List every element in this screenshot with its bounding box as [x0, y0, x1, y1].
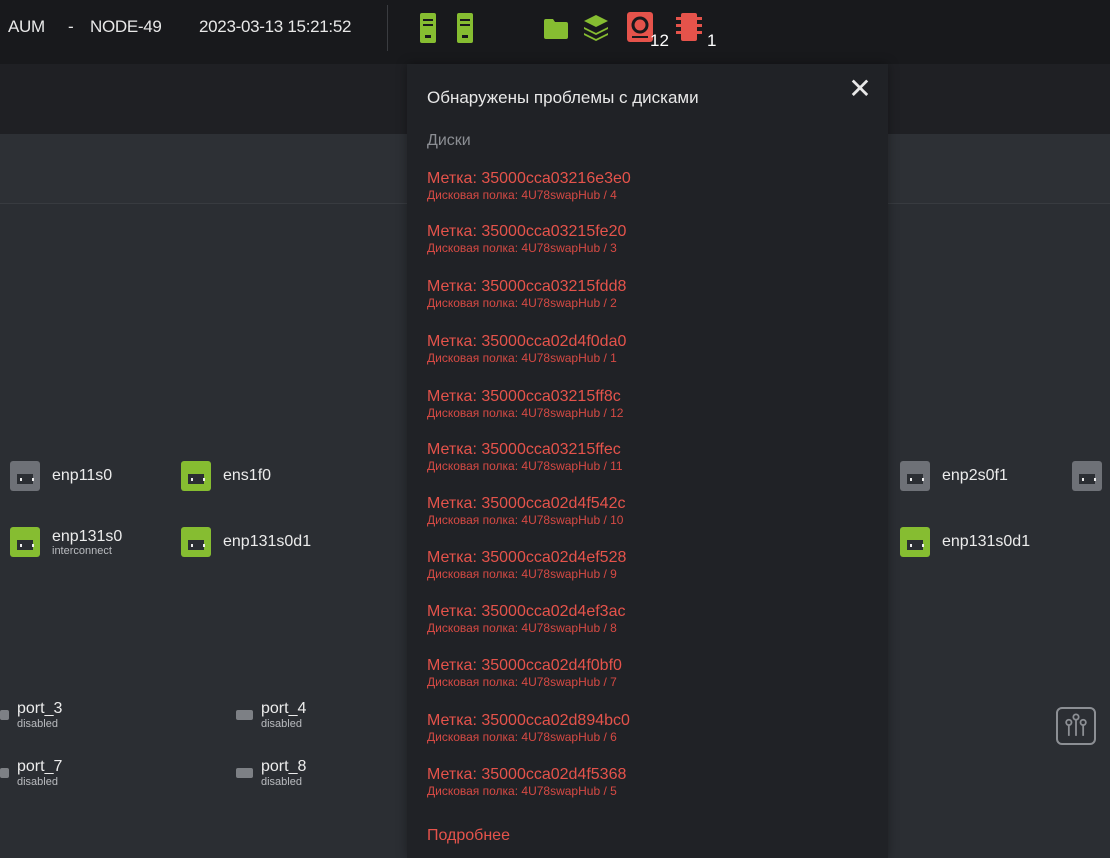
interface-name: enp2s0f1: [942, 467, 1008, 484]
disk-shelf: Дисковая полка: 4U78swapHub / 9: [427, 567, 617, 581]
disk-item[interactable]: Метка: 35000cca02d4ef528 Дисковая полка:…: [427, 548, 626, 581]
ethernet-icon: [900, 527, 930, 557]
ethernet-icon: [10, 527, 40, 557]
disk-shelf: Дисковая полка: 4U78swapHub / 10: [427, 513, 624, 527]
port-status: disabled: [261, 718, 302, 730]
disk-problems-panel: Обнаружены проблемы с дисками ✕ Диски Ме…: [407, 64, 888, 858]
more-link[interactable]: Подробнее: [427, 827, 510, 845]
disk-shelf: Дисковая полка: 4U78swapHub / 6: [427, 730, 617, 744]
port-status: disabled: [17, 718, 58, 730]
disk-label: Метка: 35000cca02d894bc0: [427, 712, 630, 729]
interface-item[interactable]: enp2s0f1: [900, 461, 1008, 491]
disk-item[interactable]: Метка: 35000cca02d4f542c Дисковая полка:…: [427, 494, 625, 527]
disk-item[interactable]: Метка: 35000cca03215fe20 Дисковая полка:…: [427, 222, 626, 255]
port-item[interactable]: port_4 disabled: [236, 700, 306, 730]
interface-item[interactable]: [1072, 461, 1102, 491]
node-name: NODE-49: [90, 17, 162, 36]
disk-label: Метка: 35000cca02d4f0da0: [427, 333, 627, 350]
disk-shelf: Дисковая полка: 4U78swapHub / 7: [427, 675, 617, 689]
section-heading: Диски: [427, 132, 471, 149]
port-icon: [0, 768, 9, 778]
disk-shelf: Дисковая полка: 4U78swapHub / 5: [427, 784, 617, 798]
topbar-divider: [387, 5, 388, 51]
disk-shelf: Дисковая полка: 4U78swapHub / 2: [427, 296, 617, 310]
interface-item[interactable]: enp131s0 interconnect: [10, 527, 122, 557]
ethernet-icon: [1072, 461, 1102, 491]
ethernet-icon: [181, 527, 211, 557]
disk-shelf: Дисковая полка: 4U78swapHub / 8: [427, 621, 617, 635]
disk-item[interactable]: Метка: 35000cca02d4f5368 Дисковая полка:…: [427, 765, 626, 798]
port-item[interactable]: port_3 disabled: [0, 700, 62, 730]
disk-label: Метка: 35000cca03215ff8c: [427, 388, 621, 405]
ethernet-icon: [181, 461, 211, 491]
title-separator: -: [68, 17, 74, 36]
interface-item[interactable]: ens1f0: [181, 461, 271, 491]
disk-item[interactable]: Метка: 35000cca02d4f0da0 Дисковая полка:…: [427, 332, 626, 365]
disk-item[interactable]: Метка: 35000cca03216e3e0 Дисковая полка:…: [427, 169, 631, 202]
panel-title: Обнаружены проблемы с дисками: [427, 88, 699, 107]
system-name: AUM: [8, 17, 45, 36]
close-icon[interactable]: ✕: [847, 75, 873, 103]
interface-name: ens1f0: [223, 467, 272, 484]
circuit-icon[interactable]: [1056, 707, 1096, 745]
interface-name: enp131s0: [52, 527, 123, 545]
interface-name: enp131s0d1: [942, 533, 1031, 550]
layers-icon[interactable]: [584, 15, 608, 41]
disk-label: Метка: 35000cca02d4ef3ac: [427, 603, 626, 620]
port-icon: [236, 710, 253, 720]
port-status: disabled: [261, 776, 302, 788]
current-datetime: 2023-03-13 15:21:52: [199, 17, 352, 36]
interface-role: interconnect: [52, 544, 112, 557]
disk-label: Метка: 35000cca02d4ef528: [427, 549, 627, 566]
folder-icon[interactable]: [544, 19, 568, 39]
disk-item[interactable]: Метка: 35000cca02d894bc0 Дисковая полка:…: [427, 711, 630, 744]
port-icon: [236, 768, 253, 778]
disk-item[interactable]: Метка: 35000cca02d4f0bf0 Дисковая полка:…: [427, 656, 622, 689]
chip-alert-count: 1: [707, 31, 717, 50]
disk-label: Метка: 35000cca03215ffec: [427, 441, 621, 458]
interface-name: enp131s0d1: [223, 533, 312, 550]
disk-label: Метка: 35000cca02d4f0bf0: [427, 657, 622, 674]
disk-label: Метка: 35000cca03215fe20: [427, 223, 627, 240]
port-item[interactable]: port_8 disabled: [236, 758, 306, 788]
disk-label: Метка: 35000cca02d4f5368: [427, 766, 627, 783]
disk-label: Метка: 35000cca02d4f542c: [427, 495, 626, 512]
port-name: port_4: [261, 700, 307, 717]
disk-shelf: Дисковая полка: 4U78swapHub / 3: [427, 241, 617, 255]
disk-shelf: Дисковая полка: 4U78swapHub / 4: [427, 188, 617, 202]
top-bar: AUM - NODE-49 2023-03-13 15:21:52 12 1: [0, 0, 1110, 64]
disk-label: Метка: 35000cca03216e3e0: [427, 170, 631, 187]
ethernet-icon: [10, 461, 40, 491]
disk-item[interactable]: Метка: 35000cca03215ff8c Дисковая полка:…: [427, 387, 623, 420]
port-name: port_8: [261, 758, 307, 775]
port-status: disabled: [17, 776, 58, 788]
ethernet-icon: [900, 461, 930, 491]
server-icon[interactable]: [420, 13, 436, 43]
disk-item[interactable]: Метка: 35000cca03215ffec Дисковая полка:…: [427, 440, 623, 473]
disk-alert-count: 12: [650, 31, 669, 50]
port-name: port_3: [17, 700, 63, 717]
server-icon[interactable]: [457, 13, 473, 43]
disk-item[interactable]: Метка: 35000cca03215fdd8 Дисковая полка:…: [427, 277, 626, 310]
port-icon: [0, 710, 9, 720]
interface-item[interactable]: enp131s0d1: [900, 527, 1030, 557]
disk-shelf: Дисковая полка: 4U78swapHub / 12: [427, 406, 624, 420]
disk-shelf: Дисковая полка: 4U78swapHub / 1: [427, 351, 617, 365]
disk-label: Метка: 35000cca03215fdd8: [427, 278, 627, 295]
port-name: port_7: [17, 758, 63, 775]
disk-shelf: Дисковая полка: 4U78swapHub / 11: [427, 459, 623, 473]
port-item[interactable]: port_7 disabled: [0, 758, 62, 788]
interface-item[interactable]: enp11s0: [10, 461, 112, 491]
interface-item[interactable]: enp131s0d1: [181, 527, 311, 557]
disk-item[interactable]: Метка: 35000cca02d4ef3ac Дисковая полка:…: [427, 602, 625, 635]
chip-icon[interactable]: [676, 13, 702, 41]
interface-name: enp11s0: [52, 467, 113, 484]
